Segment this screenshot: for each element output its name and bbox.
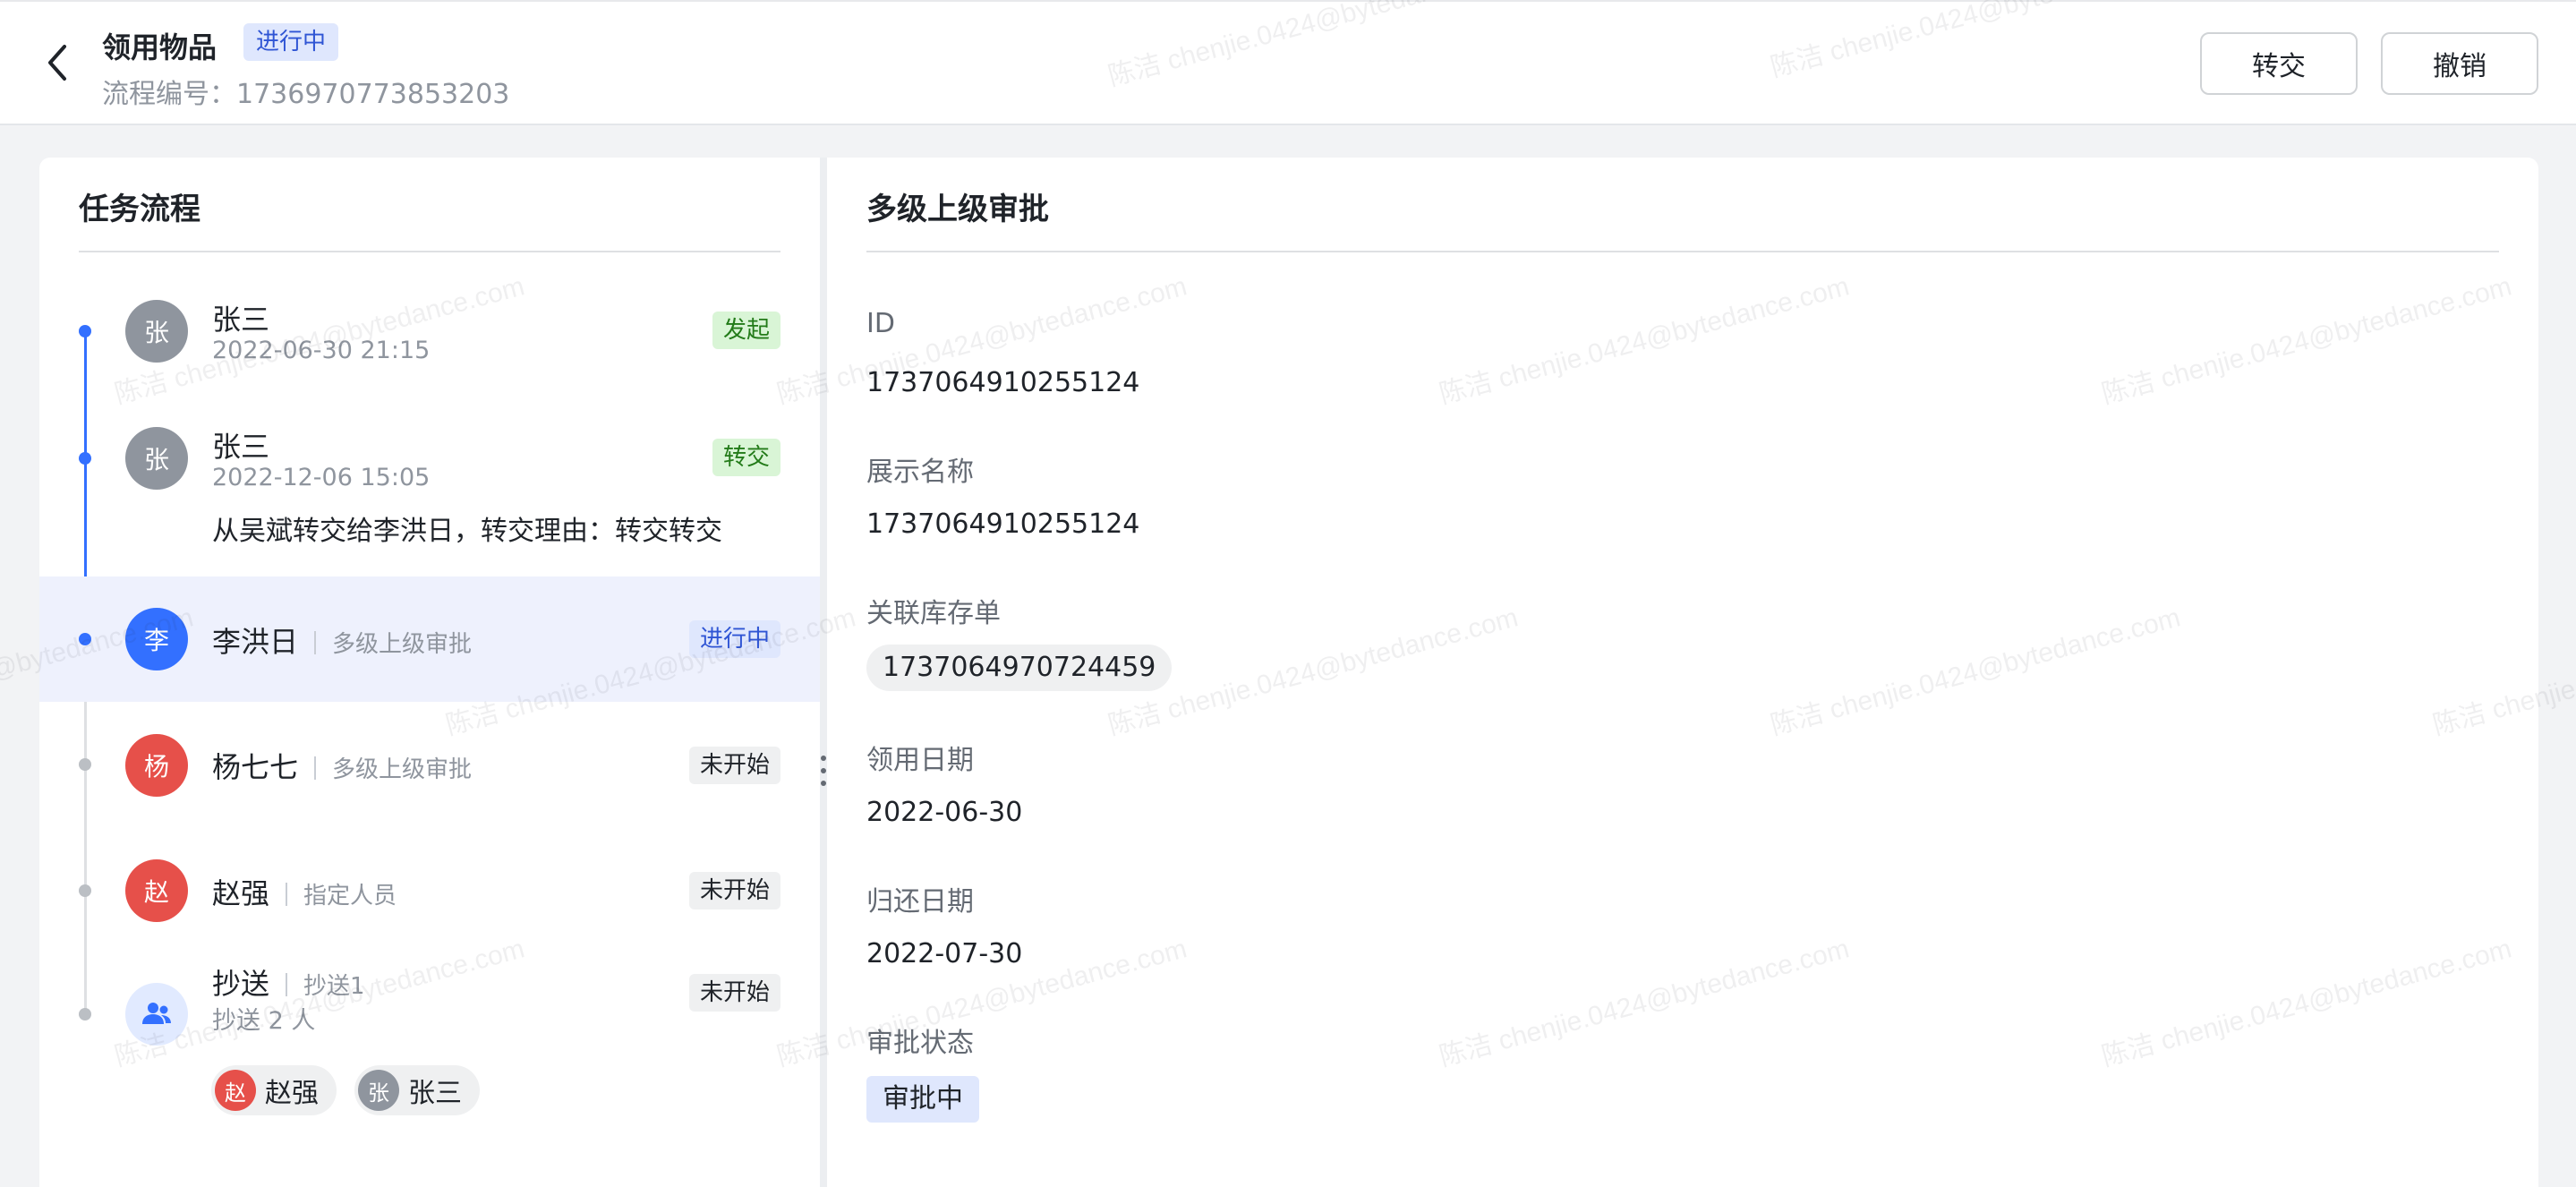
status-tag: 未开始 [688, 974, 780, 1012]
task-name: 张三 [212, 303, 270, 337]
avatar: 张 [125, 300, 188, 363]
group-icon [142, 1003, 171, 1024]
status-badge: 进行中 [243, 23, 339, 61]
avatar [125, 983, 188, 1046]
timeline-dot [79, 758, 91, 771]
task-node-type: 抄送1 [303, 973, 365, 1000]
field-value-id: 1737064910255124 [866, 367, 1140, 398]
separator [314, 631, 317, 654]
task-item[interactable]: 张 张三 2022-12-06 15:05 从吴斌转交给李洪日，转交理由：转交转… [39, 419, 820, 573]
cc-person-name: 赵强 [265, 1078, 319, 1109]
avatar: 张 [125, 427, 188, 490]
task-node-type: 多级上级审批 [332, 631, 473, 658]
avatar: 李 [125, 608, 188, 670]
avatar: 赵 [125, 859, 188, 922]
avatar: 赵 [215, 1070, 256, 1111]
timeline-dot [79, 325, 91, 337]
approval-status-tag: 审批中 [866, 1076, 979, 1123]
task-node-type: 多级上级审批 [332, 756, 473, 783]
task-time: 2022-06-30 21:15 [212, 337, 431, 364]
flow-number: 流程编号：1736970773853203 [102, 72, 509, 111]
drag-handle-dot [821, 768, 826, 773]
timeline-dot [79, 633, 91, 645]
timeline-dot [79, 1008, 91, 1020]
task-name-text: 赵强 [212, 876, 270, 910]
task-item[interactable]: 张 张三 2022-06-30 21:15 发起 [39, 292, 820, 419]
field-label-id: ID [866, 308, 895, 339]
status-tag: 发起 [712, 312, 780, 349]
separator [314, 756, 317, 780]
back-button[interactable] [39, 41, 75, 84]
task-node-type: 指定人员 [303, 883, 397, 909]
field-label-borrow-date: 领用日期 [866, 745, 974, 776]
task-item-cc[interactable]: 抄送 抄送1 抄送 2 人 未开始 赵 赵强 张 张三 [39, 954, 820, 1187]
separator [286, 883, 288, 906]
flow-number-value: 1736970773853203 [236, 79, 510, 110]
cc-person-chip[interactable]: 张 张三 [354, 1065, 480, 1115]
task-name: 赵强 指定人员 [212, 871, 397, 912]
task-note: 从吴斌转交给李洪日，转交理由：转交转交 [212, 516, 722, 547]
field-label-approval-status: 审批状态 [866, 1028, 974, 1059]
task-name-text: 杨七七 [212, 750, 299, 784]
field-label-inventory: 关联库存单 [866, 598, 1001, 629]
transfer-button[interactable]: 转交 [2200, 32, 2358, 95]
timeline-dot [79, 452, 91, 465]
task-time: 2022-12-06 15:05 [212, 464, 431, 491]
revoke-button[interactable]: 撤销 [2381, 32, 2538, 95]
field-value-return-date: 2022-07-30 [866, 938, 1023, 969]
task-name: 抄送 抄送1 [212, 961, 365, 1003]
page-header: 领用物品 进行中 流程编号：1736970773853203 转交 撤销 [0, 0, 2576, 125]
status-tag: 未开始 [688, 747, 780, 784]
inventory-link-chip[interactable]: 1737064970724459 [866, 645, 1173, 691]
avatar: 杨 [125, 734, 188, 797]
field-value-display-name: 1737064910255124 [866, 508, 1140, 540]
status-tag: 进行中 [688, 620, 780, 658]
drag-handle-dot [821, 781, 826, 786]
cc-count: 抄送 2 人 [212, 1007, 316, 1035]
task-item[interactable]: 赵 赵强 指定人员 未开始 [39, 829, 820, 954]
page-title: 领用物品 [102, 30, 218, 64]
field-label-return-date: 归还日期 [866, 886, 974, 918]
task-name: 杨七七 多级上级审批 [212, 745, 472, 786]
task-item[interactable]: 杨 杨七七 多级上级审批 未开始 [39, 702, 820, 829]
chevron-left-icon [48, 45, 66, 81]
cc-person-name: 张三 [408, 1078, 462, 1109]
status-tag: 未开始 [688, 872, 780, 909]
task-flow-panel: 任务流程 张 张三 2022-06-30 21:15 发起 张 张三 2022-… [39, 158, 820, 1187]
field-value-borrow-date: 2022-06-30 [866, 797, 1023, 828]
panel-resize-handle[interactable] [820, 158, 827, 1187]
divider [79, 251, 780, 252]
detail-title: 多级上级审批 [866, 192, 1049, 227]
status-tag: 转交 [712, 439, 780, 476]
flow-number-label: 流程编号： [102, 79, 236, 110]
avatar: 张 [358, 1070, 399, 1111]
field-label-display-name: 展示名称 [866, 457, 974, 488]
task-item-active[interactable]: 李 李洪日 多级上级审批 进行中 [39, 576, 820, 702]
detail-panel: 多级上级审批 ID 1737064910255124 展示名称 17370649… [827, 158, 2538, 1187]
task-flow-title: 任务流程 [79, 192, 200, 227]
task-name: 李洪日 多级上级审批 [212, 619, 472, 661]
drag-handle-dot [821, 756, 826, 761]
divider [866, 251, 2499, 252]
task-name-text: 抄送 [212, 967, 270, 1001]
task-name: 张三 [212, 430, 270, 464]
separator [286, 973, 288, 996]
timeline-dot [79, 884, 91, 897]
task-name-text: 李洪日 [212, 625, 299, 659]
cc-person-chip[interactable]: 赵 赵强 [211, 1065, 337, 1115]
